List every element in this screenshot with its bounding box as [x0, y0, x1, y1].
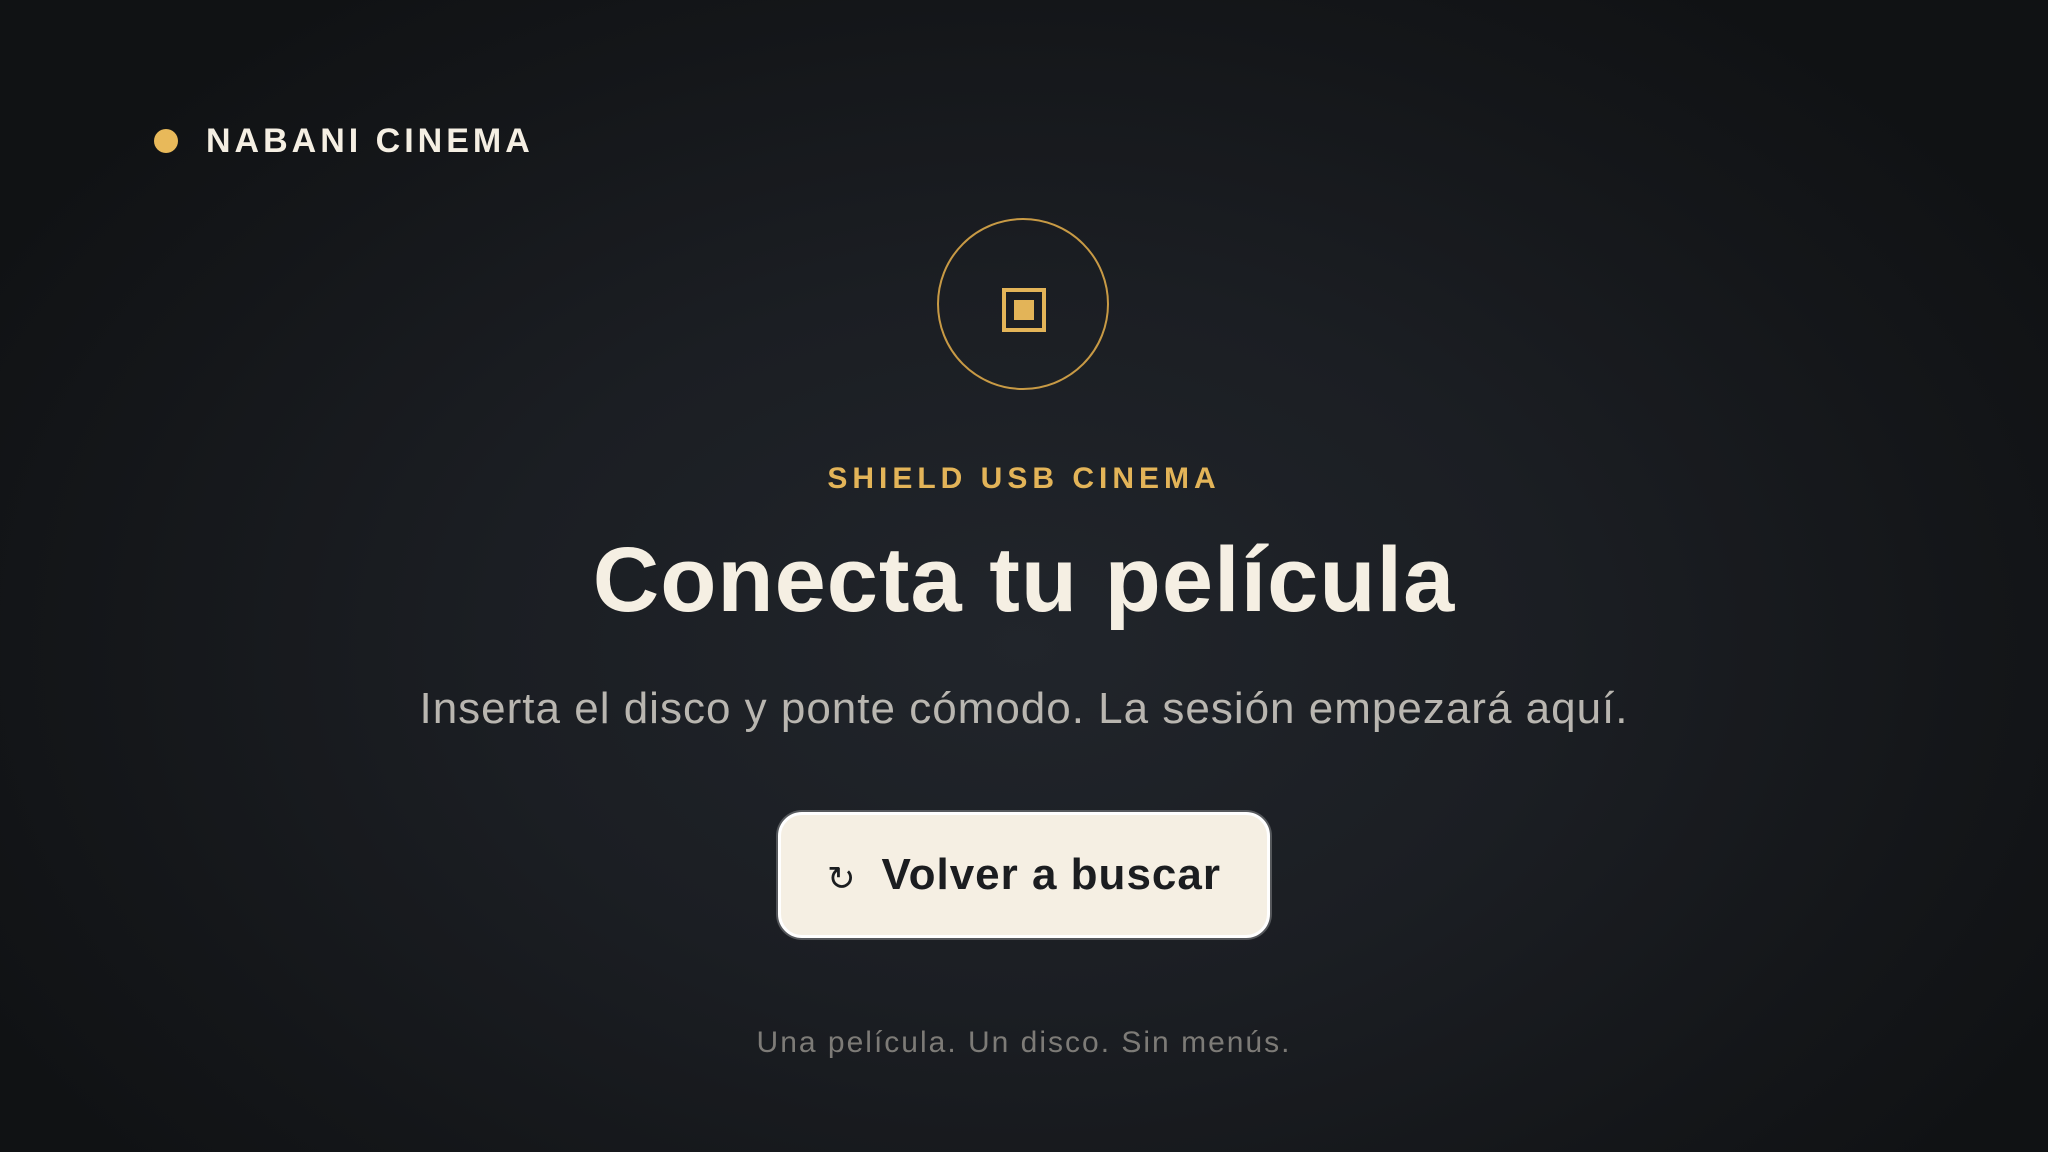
eyebrow-label: SHIELD USB CINEMA: [827, 462, 1221, 495]
page-title: Conecta tu película: [592, 529, 1456, 631]
page-subtitle: Inserta el disco y ponte cómodo. La sesi…: [419, 684, 1629, 733]
refresh-icon: ↻: [827, 859, 856, 899]
main-content: SHIELD USB CINEMA Conecta tu película In…: [0, 0, 2048, 1152]
usb-chip-icon: [1002, 288, 1046, 332]
retry-search-button[interactable]: ↻ Volver a buscar: [778, 812, 1270, 938]
retry-search-label: Volver a buscar: [881, 850, 1221, 899]
footer-tagline: Una película. Un disco. Sin menús.: [756, 1026, 1292, 1059]
